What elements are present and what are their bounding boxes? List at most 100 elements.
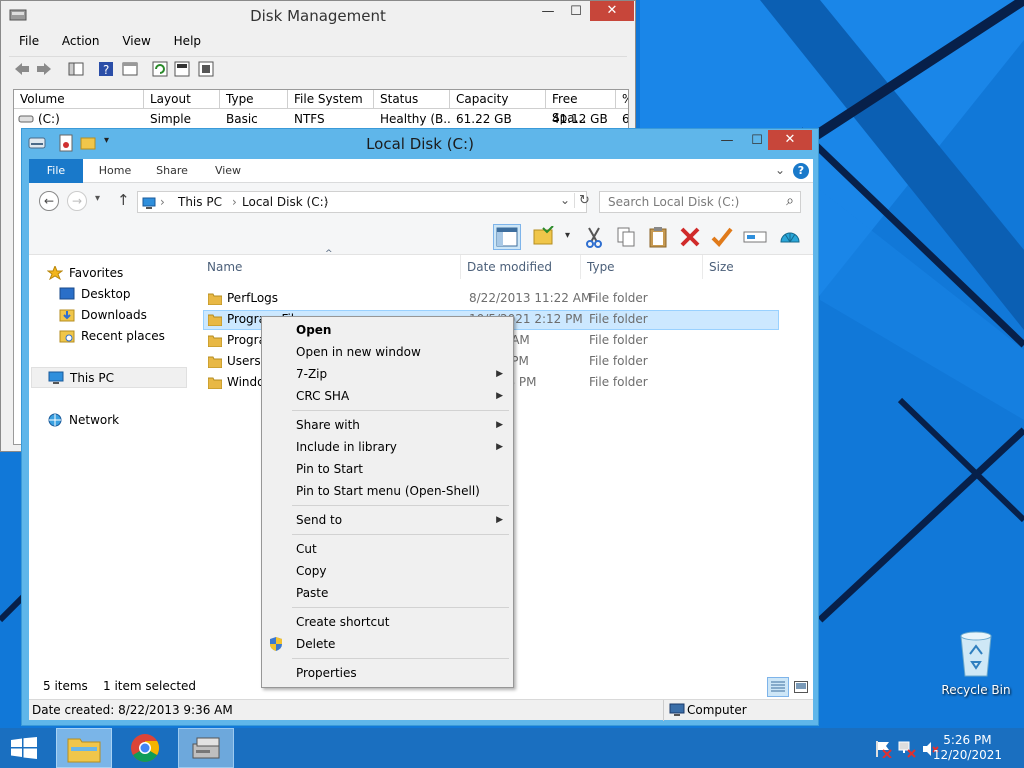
console-tree-icon[interactable] bbox=[67, 60, 85, 78]
taskbar-chrome[interactable] bbox=[120, 728, 170, 768]
menu-item-share-with[interactable]: Share with ▶ bbox=[262, 414, 513, 436]
navigation-pane-button[interactable] bbox=[493, 224, 521, 250]
address-this-pc[interactable]: This PC bbox=[178, 195, 222, 209]
folder-icon bbox=[208, 293, 222, 305]
menu-item-delete[interactable]: Delete bbox=[262, 633, 513, 655]
settings-icon[interactable] bbox=[197, 60, 215, 78]
dm-minimize-button[interactable]: — bbox=[531, 1, 565, 23]
col-size[interactable]: Size bbox=[703, 255, 783, 279]
menu-item-pin-to-start[interactable]: Pin to Start bbox=[262, 458, 513, 480]
menu-separator bbox=[292, 505, 509, 506]
explorer-minimize-button[interactable]: — bbox=[712, 130, 742, 152]
back-arrow-icon[interactable] bbox=[13, 60, 31, 78]
menu-item-create-shortcut[interactable]: Create shortcut bbox=[262, 611, 513, 633]
col-date-modified[interactable]: Date modified bbox=[461, 255, 581, 279]
large-icons-view-button[interactable] bbox=[791, 677, 811, 697]
details-bar: Date created: 8/22/2013 9:36 AM Computer bbox=[29, 699, 813, 721]
menu-item-open-new-window[interactable]: Open in new window bbox=[262, 341, 513, 363]
menu-item-include-in-library[interactable]: Include in library ▶ bbox=[262, 436, 513, 458]
dm-titlebar[interactable]: Disk Management — ☐ ✕ bbox=[1, 1, 635, 31]
dm-col-percent[interactable]: % bbox=[616, 90, 628, 109]
tab-file[interactable]: File bbox=[29, 159, 83, 183]
dm-col-volume[interactable]: Volume bbox=[14, 90, 144, 109]
computer-icon bbox=[669, 703, 685, 716]
menu-item-7zip[interactable]: 7-Zip ▶ bbox=[262, 363, 513, 385]
tab-home[interactable]: Home bbox=[89, 159, 141, 183]
menu-item-cut[interactable]: Cut bbox=[262, 538, 513, 560]
properties-button[interactable] bbox=[709, 224, 737, 250]
explorer-maximize-button[interactable]: ☐ bbox=[744, 130, 770, 152]
folder-options-dropdown-icon[interactable]: ▾ bbox=[565, 230, 570, 241]
dm-col-type[interactable]: Type bbox=[220, 90, 288, 109]
nav-this-pc[interactable]: This PC bbox=[31, 367, 187, 388]
nav-downloads[interactable]: Downloads bbox=[59, 305, 189, 325]
up-button[interactable]: ↑ bbox=[117, 191, 130, 209]
taskbar-disk-management[interactable] bbox=[178, 728, 234, 768]
folder-options-button[interactable] bbox=[531, 224, 559, 250]
menu-item-properties[interactable]: Properties bbox=[262, 662, 513, 684]
dm-menu-view[interactable]: View bbox=[122, 34, 150, 48]
nav-favorites[interactable]: Favorites bbox=[47, 263, 187, 283]
help-icon[interactable]: ? bbox=[97, 60, 115, 78]
dm-menu-action[interactable]: Action bbox=[62, 34, 100, 48]
copy-icon bbox=[617, 227, 635, 247]
nav-desktop[interactable]: Desktop bbox=[59, 284, 189, 304]
search-box[interactable]: Search Local Disk (C:) ⌕ bbox=[599, 191, 801, 213]
forward-button[interactable]: → bbox=[67, 191, 87, 211]
menu-item-pin-open-shell[interactable]: Pin to Start menu (Open-Shell) bbox=[262, 480, 513, 502]
menu-item-copy[interactable]: Copy bbox=[262, 560, 513, 582]
open-shell-button[interactable] bbox=[777, 224, 805, 250]
taskbar-file-explorer[interactable] bbox=[56, 728, 112, 768]
menu-item-open[interactable]: Open bbox=[262, 319, 513, 341]
refresh-icon[interactable]: ↻ bbox=[574, 193, 590, 208]
dm-col-free-space[interactable]: Free Spa... bbox=[546, 90, 616, 125]
dm-close-button[interactable]: ✕ bbox=[590, 1, 634, 21]
recycle-bin-shortcut[interactable]: Recycle Bin bbox=[940, 628, 1012, 700]
address-dropdown-icon[interactable]: ⌄ bbox=[560, 193, 570, 207]
tab-share[interactable]: Share bbox=[147, 159, 197, 183]
refresh-icon[interactable] bbox=[151, 60, 169, 78]
forward-arrow-icon[interactable] bbox=[35, 60, 53, 78]
address-local-disk[interactable]: Local Disk (C:) bbox=[242, 195, 328, 209]
rename-button[interactable] bbox=[741, 224, 769, 250]
details-view-button[interactable] bbox=[767, 677, 789, 697]
file-row[interactable]: PerfLogs 8/22/2013 11:22 AM File folder bbox=[203, 289, 779, 309]
delete-button[interactable] bbox=[677, 224, 705, 250]
back-button[interactable]: ← bbox=[39, 191, 59, 211]
dm-maximize-button[interactable]: ☐ bbox=[565, 1, 587, 23]
start-button[interactable] bbox=[0, 728, 48, 768]
menu-item-crc-sha[interactable]: CRC SHA ▶ bbox=[262, 385, 513, 407]
copy-button[interactable] bbox=[613, 224, 641, 250]
col-type[interactable]: Type bbox=[581, 255, 703, 279]
address-bar[interactable]: › This PC › Local Disk (C:) › ⌄ ↻ bbox=[137, 191, 590, 213]
check-icon[interactable] bbox=[173, 60, 191, 78]
menu-item-paste[interactable]: Paste bbox=[262, 582, 513, 604]
ribbon-tabs: File Home Share View ⌄ ? bbox=[29, 159, 813, 183]
tab-view[interactable]: View bbox=[203, 159, 253, 183]
help-icon[interactable]: ? bbox=[793, 163, 809, 179]
tray-clock[interactable]: 5:26 PM 12/20/2021 bbox=[933, 733, 1002, 763]
windows-logo-icon bbox=[11, 737, 37, 759]
action-center-flag-icon[interactable] bbox=[874, 740, 892, 758]
dm-row-volume[interactable]: (C:) bbox=[32, 110, 144, 128]
paste-button[interactable] bbox=[645, 224, 673, 250]
cut-button[interactable] bbox=[581, 224, 609, 250]
dm-col-status[interactable]: Status bbox=[374, 90, 450, 109]
recent-places-icon bbox=[59, 330, 75, 343]
menu-item-send-to[interactable]: Send to ▶ bbox=[262, 509, 513, 531]
dm-menu-file[interactable]: File bbox=[19, 34, 39, 48]
ribbon-expand-icon[interactable]: ⌄ bbox=[775, 163, 785, 177]
recent-locations-icon[interactable]: ▾ bbox=[95, 193, 100, 204]
search-input[interactable]: Search Local Disk (C:) bbox=[608, 195, 739, 209]
dm-col-filesystem[interactable]: File System bbox=[288, 90, 374, 109]
explorer-close-button[interactable]: ✕ bbox=[768, 130, 812, 150]
explorer-titlebar[interactable]: ▾ Local Disk (C:) — ☐ ✕ bbox=[22, 129, 818, 159]
dm-col-capacity[interactable]: Capacity bbox=[450, 90, 546, 109]
nav-network[interactable]: Network bbox=[47, 410, 187, 430]
dm-col-layout[interactable]: Layout bbox=[144, 90, 220, 109]
search-icon[interactable]: ⌕ bbox=[786, 193, 794, 209]
properties-icon[interactable] bbox=[121, 60, 139, 78]
nav-recent-places[interactable]: Recent places bbox=[59, 326, 189, 346]
dm-menu-help[interactable]: Help bbox=[174, 34, 201, 48]
network-tray-icon[interactable] bbox=[898, 740, 916, 758]
